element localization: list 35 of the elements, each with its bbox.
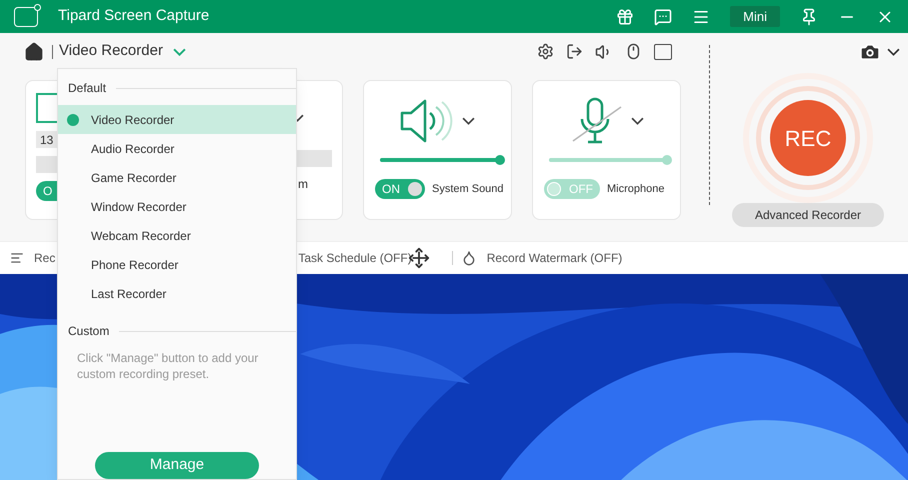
settings-icon[interactable]	[536, 43, 554, 60]
webcam-label: m	[298, 176, 308, 193]
bottom-bar-link[interactable]: Rec	[34, 249, 56, 267]
preset-item[interactable]: Game Recorder	[58, 163, 296, 192]
chat-icon[interactable]	[654, 8, 672, 26]
export-icon[interactable]	[566, 43, 583, 60]
chevron-icon[interactable]	[631, 117, 644, 125]
droplet-icon	[460, 250, 477, 266]
preset-item[interactable]: Last Recorder	[58, 279, 296, 308]
record-button[interactable]: REC	[770, 100, 846, 176]
preset-item[interactable]: Phone Recorder	[58, 250, 296, 279]
preset-item[interactable]: Video Recorder	[58, 105, 296, 134]
advanced-recorder-button[interactable]: Advanced Recorder	[732, 203, 884, 227]
mini-button[interactable]: Mini	[730, 6, 780, 27]
pin-icon[interactable]	[800, 8, 818, 26]
slider-thumb[interactable]	[662, 155, 672, 165]
window-title: Tipard Screen Capture	[58, 6, 210, 26]
home-icon[interactable]	[24, 42, 44, 62]
section-heading: Default	[68, 80, 106, 97]
bottom-bar-link[interactable]: Record Watermark (OFF)	[486, 249, 622, 267]
preset-item[interactable]: Webcam Recorder	[58, 221, 296, 250]
source-label: System Sound	[432, 182, 504, 197]
source-label: Microphone	[607, 182, 664, 197]
mode-selector[interactable]: Video Recorder	[59, 40, 186, 63]
list-icon	[10, 251, 24, 265]
section-heading: Custom	[68, 323, 110, 340]
chevron-icon[interactable]	[462, 117, 475, 125]
chevron-icon[interactable]	[887, 48, 900, 56]
slider-thumb[interactable]	[495, 155, 505, 165]
bottom-bar-link[interactable]: Task Schedule (OFF)	[298, 249, 412, 267]
chevron-icon	[172, 48, 186, 56]
gift-icon[interactable]	[616, 8, 634, 26]
custom-preset-note: Click "Manage" button to add your custom recording preset.	[77, 350, 260, 382]
app-logo-icon	[14, 6, 38, 26]
preset-item[interactable]: Window Recorder	[58, 192, 296, 221]
